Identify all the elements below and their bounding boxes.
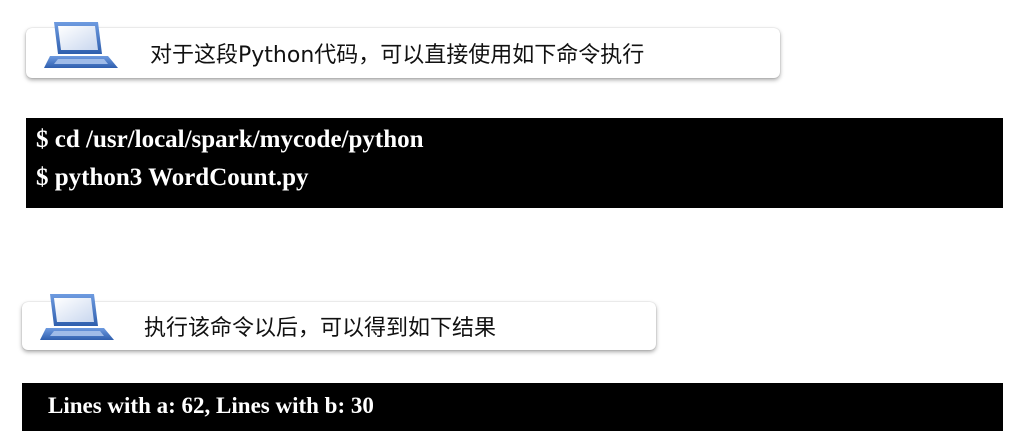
terminal-block-1: $ cd /usr/local/spark/mycode/python $ py… (26, 118, 1003, 208)
instruction-text-1: 对于这段Python代码，可以直接使用如下命令执行 (150, 43, 645, 68)
output-line: Lines with a: 62, Lines with b: 30 (48, 393, 374, 418)
terminal-block-2: Lines with a: 62, Lines with b: 30 (22, 383, 1003, 431)
laptop-icon (40, 294, 114, 340)
slide: 对于这段Python代码，可以直接使用如下命令执行 $ cd /usr/loca… (0, 0, 1014, 442)
laptop-icon (44, 22, 118, 68)
instruction-text-2: 执行该命令以后，可以得到如下结果 (144, 316, 497, 341)
command-line: $ cd /usr/local/spark/mycode/python (36, 126, 424, 153)
command-line: $ python3 WordCount.py (36, 164, 309, 191)
instruction-card-1: 对于这段Python代码，可以直接使用如下命令执行 (26, 28, 780, 78)
